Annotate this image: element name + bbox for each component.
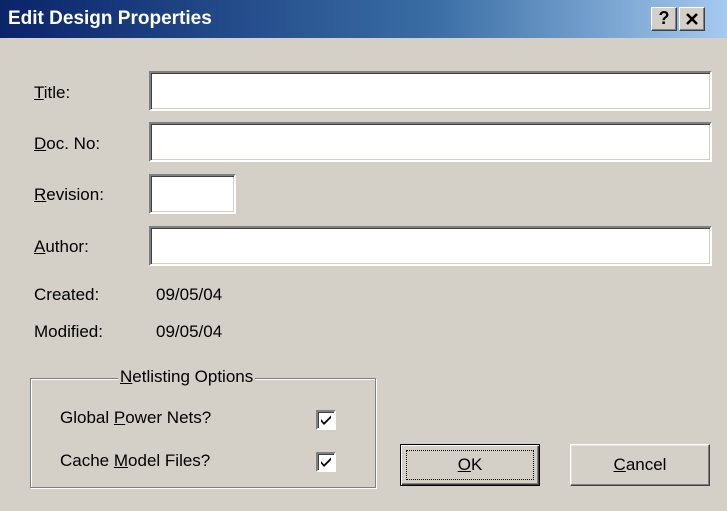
global-power-mnemonic: P [113, 408, 126, 427]
checkmark-icon [321, 415, 331, 425]
global-power-nets-label[interactable]: Global Power Nets? [60, 408, 211, 428]
cancel-mnemonic: C [613, 455, 626, 474]
title-label: Title: [34, 83, 70, 103]
cache-model-label-after: odel Files? [128, 451, 211, 470]
modified-value: 09/05/04 [156, 322, 223, 341]
global-power-label-after: ower Nets? [125, 408, 212, 427]
global-power-nets-checkbox[interactable] [316, 410, 336, 430]
global-power-label-before: Global [60, 408, 114, 427]
focus-rectangle [406, 450, 534, 480]
netlisting-mnemonic: N [120, 367, 133, 386]
title-label-text: itle: [43, 83, 71, 102]
doc-no-label: Doc. No: [34, 134, 100, 154]
doc-no-mnemonic: D [34, 134, 47, 153]
title-mnemonic: T [34, 83, 44, 102]
close-icon [686, 13, 698, 25]
cancel-label-text: ancel [625, 455, 667, 474]
doc-no-input[interactable] [149, 122, 712, 162]
revision-label-text: evision: [46, 185, 104, 204]
checkmark-icon [321, 457, 331, 467]
dialog-title: Edit Design Properties [8, 8, 212, 29]
close-button[interactable] [679, 7, 705, 31]
author-input[interactable] [149, 226, 712, 266]
netlisting-title-text: etlisting Options [132, 367, 254, 386]
netlisting-options-title: Netlisting Options [118, 367, 256, 387]
author-label-text: uthor: [45, 237, 89, 256]
revision-label: Revision: [34, 185, 104, 205]
cache-model-files-label[interactable]: Cache Model Files? [60, 451, 210, 471]
doc-no-label-text: oc. No: [46, 134, 101, 153]
help-button[interactable]: ? [651, 7, 677, 31]
edit-design-properties-dialog: Edit Design Properties ? Title: Doc. No:… [0, 0, 727, 511]
cache-model-files-checkbox[interactable] [316, 452, 336, 472]
created-label: Created: [34, 285, 100, 304]
created-value: 09/05/04 [156, 285, 223, 304]
ok-button[interactable]: OK [400, 444, 540, 486]
cancel-button[interactable]: Cancel [570, 444, 710, 486]
modified-label: Modified: [34, 322, 103, 341]
revision-mnemonic: R [34, 185, 47, 204]
author-label: Author: [34, 237, 89, 257]
author-mnemonic: A [34, 237, 46, 256]
title-input[interactable] [149, 71, 712, 111]
cache-model-label-before: Cache [60, 451, 114, 470]
revision-input[interactable] [149, 174, 236, 214]
cache-model-mnemonic: M [113, 451, 129, 470]
title-bar[interactable]: Edit Design Properties ? [0, 0, 727, 38]
